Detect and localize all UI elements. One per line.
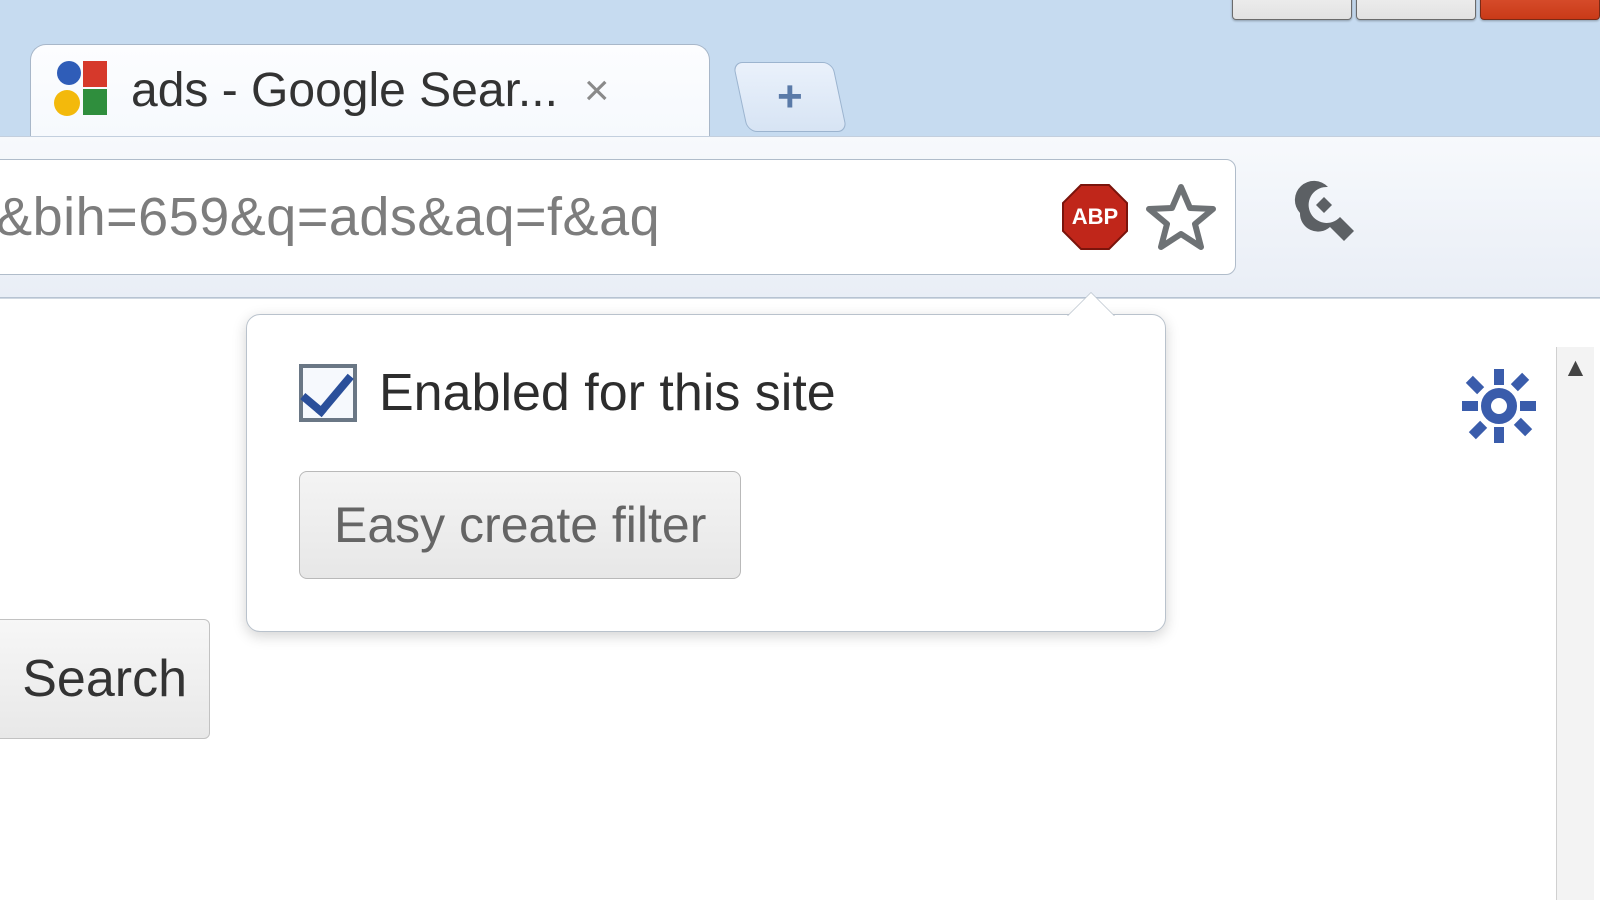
scrollbar-track[interactable]: [1556, 387, 1594, 900]
new-tab-button[interactable]: +: [733, 62, 848, 132]
wrench-settings-icon[interactable]: [1276, 177, 1356, 257]
browser-toolbar: 52&bih=659&q=ads&aq=f&aq ABP: [0, 136, 1600, 298]
enabled-checkbox[interactable]: [299, 364, 357, 422]
address-bar[interactable]: 52&bih=659&q=ads&aq=f&aq ABP: [0, 159, 1236, 275]
window-controls: [1232, 0, 1600, 20]
enabled-label: Enabled for this site: [379, 363, 836, 423]
window-close-button[interactable]: [1480, 0, 1600, 20]
tab-title: ads - Google Sear...: [131, 63, 558, 118]
url-text: 52&bih=659&q=ads&aq=f&aq: [0, 186, 1045, 248]
tab-close-icon[interactable]: ×: [584, 66, 610, 116]
svg-text:ABP: ABP: [1072, 204, 1118, 229]
enabled-row: Enabled for this site: [299, 363, 1113, 423]
search-button[interactable]: Search: [0, 619, 210, 739]
abp-popover: Enabled for this site Easy create filter: [246, 314, 1166, 632]
window-minimize-button[interactable]: [1232, 0, 1352, 20]
tab-active[interactable]: ads - Google Sear... ×: [30, 44, 710, 136]
plus-icon: +: [777, 72, 803, 122]
gear-icon[interactable]: [1462, 369, 1536, 443]
google-favicon-icon: [49, 59, 113, 123]
abp-extension-icon[interactable]: ABP: [1059, 181, 1131, 253]
scroll-up-button[interactable]: ▲: [1556, 347, 1594, 387]
tab-strip: ads - Google Sear... × +: [0, 36, 1600, 136]
window-maximize-button[interactable]: [1356, 0, 1476, 20]
search-button-label: Search: [22, 649, 187, 709]
bookmark-star-icon[interactable]: [1145, 181, 1217, 253]
create-filter-button[interactable]: Easy create filter: [299, 471, 741, 579]
